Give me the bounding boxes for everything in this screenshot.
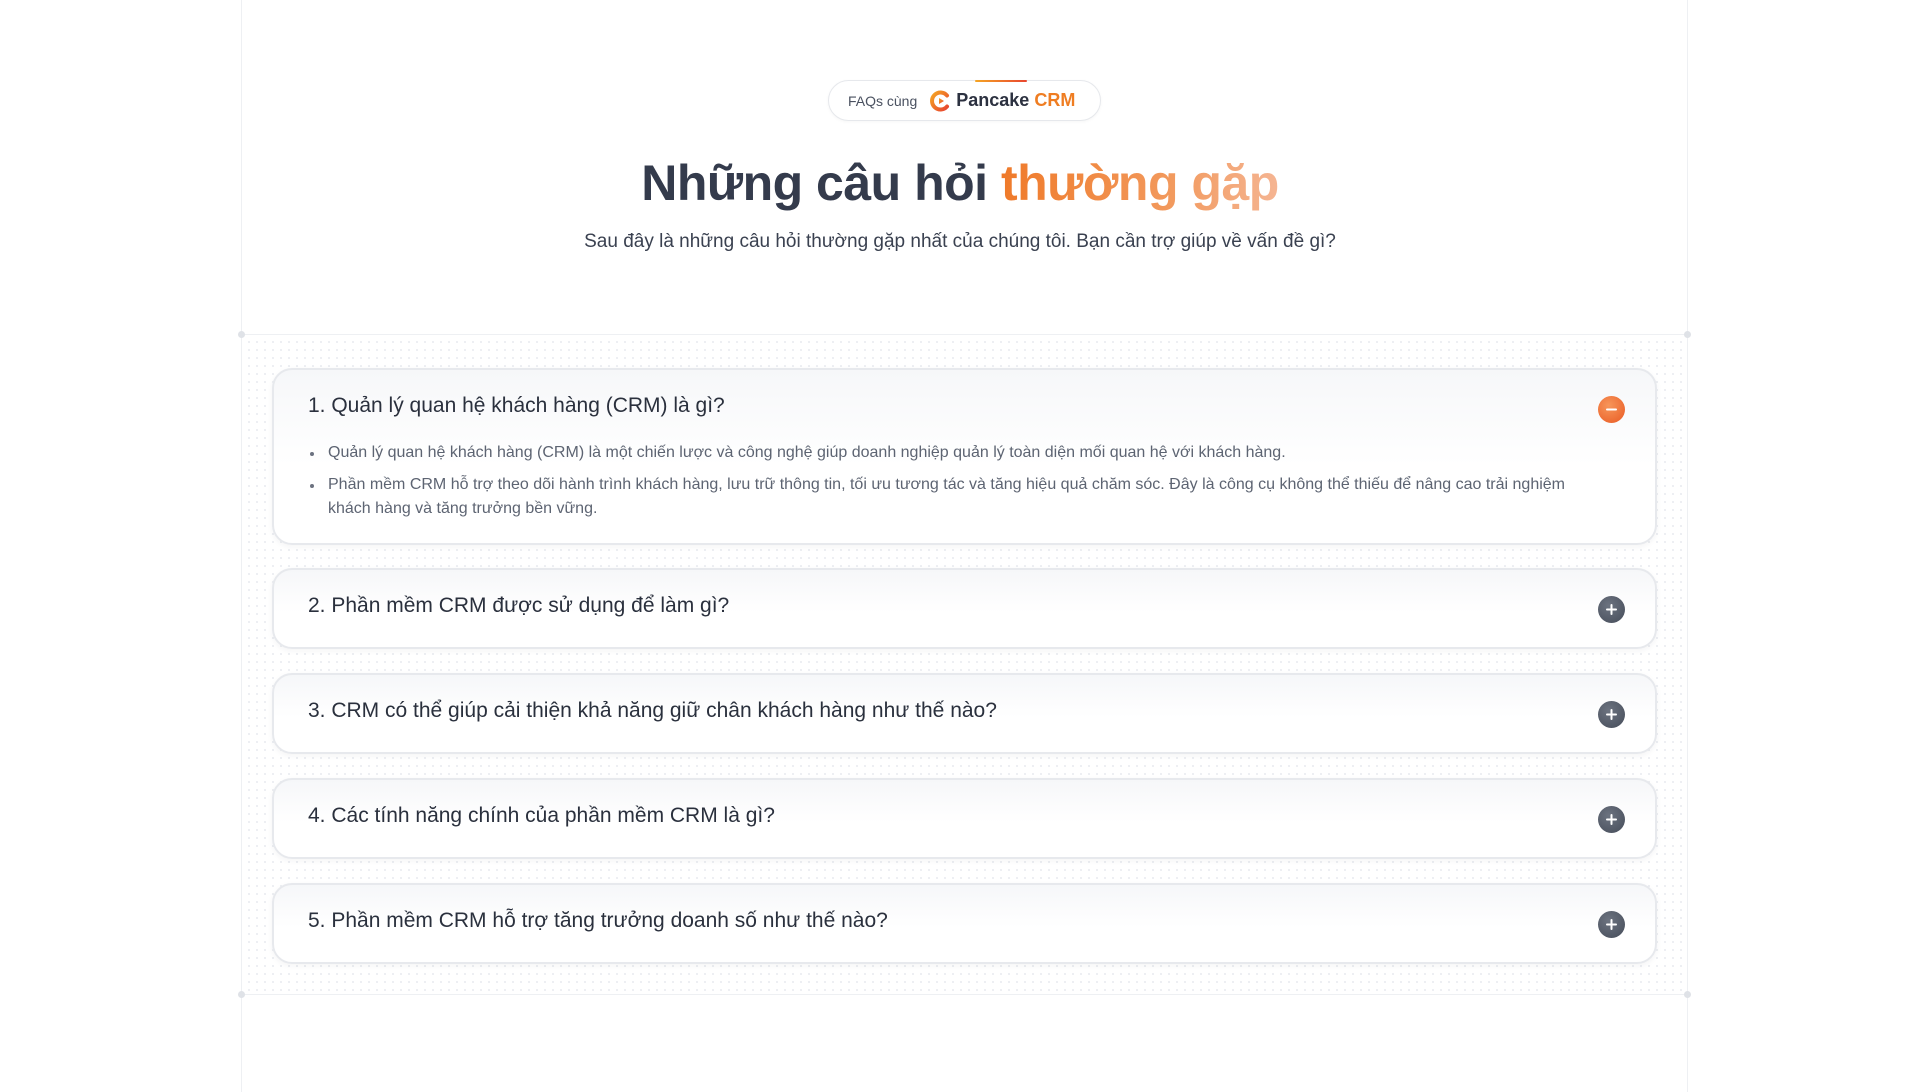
page-title: Những câu hỏi thường gặp	[0, 154, 1920, 212]
frame-line-bottom	[241, 994, 1688, 995]
faq-answer-1-point-2: Phần mềm CRM hỗ trợ theo dõi hành trình …	[308, 473, 1585, 521]
faq-question-1[interactable]: 1. Quản lý quan hệ khách hàng (CRM) là g…	[308, 394, 725, 418]
faq-question-2[interactable]: 2. Phần mềm CRM được sử dụng để làm gì?	[308, 594, 729, 618]
faq-section: FAQs cùng Pancake CRM Những câu hỏi thườ…	[0, 0, 1920, 1092]
page-title-main: Những câu hỏi	[641, 155, 1001, 211]
brand-name: Pancake	[956, 90, 1030, 110]
faq-item-2[interactable]: 2. Phần mềm CRM được sử dụng để làm gì?	[272, 568, 1657, 649]
page-title-accent: thường gặp	[1000, 155, 1279, 211]
minus-icon[interactable]	[1598, 396, 1625, 423]
badge-prefix: FAQs cùng	[848, 92, 918, 109]
faq-answer-1: Quản lý quan hệ khách hàng (CRM) là một …	[308, 441, 1585, 529]
faq-question-5[interactable]: 5. Phần mềm CRM hỗ trợ tăng trưởng doanh…	[308, 909, 888, 933]
brand-suffix: CRM	[1034, 90, 1076, 110]
plus-icon[interactable]	[1598, 911, 1625, 938]
faq-item-5[interactable]: 5. Phần mềm CRM hỗ trợ tăng trưởng doanh…	[272, 883, 1657, 964]
frame-node-bottom-left	[238, 991, 245, 998]
plus-icon[interactable]	[1598, 596, 1625, 623]
faq-question-3[interactable]: 3. CRM có thể giúp cải thiện khả năng gi…	[308, 699, 997, 723]
faq-item-4[interactable]: 4. Các tính năng chính của phần mềm CRM …	[272, 778, 1657, 859]
frame-line-top	[241, 334, 1688, 335]
faq-item-1[interactable]: 1. Quản lý quan hệ khách hàng (CRM) là g…	[272, 368, 1657, 545]
frame-node-top-left	[238, 331, 245, 338]
plus-icon[interactable]	[1598, 701, 1625, 728]
faq-badge: FAQs cùng Pancake CRM	[828, 80, 1101, 121]
pancake-logo-icon	[929, 90, 951, 112]
faq-item-3[interactable]: 3. CRM có thể giúp cải thiện khả năng gi…	[272, 673, 1657, 754]
frame-node-top-right	[1684, 331, 1691, 338]
plus-icon[interactable]	[1598, 806, 1625, 833]
faq-answer-1-point-1: Quản lý quan hệ khách hàng (CRM) là một …	[308, 441, 1585, 465]
frame-node-bottom-right	[1684, 991, 1691, 998]
badge-accent-line	[975, 80, 1027, 82]
page-subtitle: Sau đây là những câu hỏi thường gặp nhất…	[584, 231, 1336, 252]
faq-question-4[interactable]: 4. Các tính năng chính của phần mềm CRM …	[308, 804, 775, 828]
